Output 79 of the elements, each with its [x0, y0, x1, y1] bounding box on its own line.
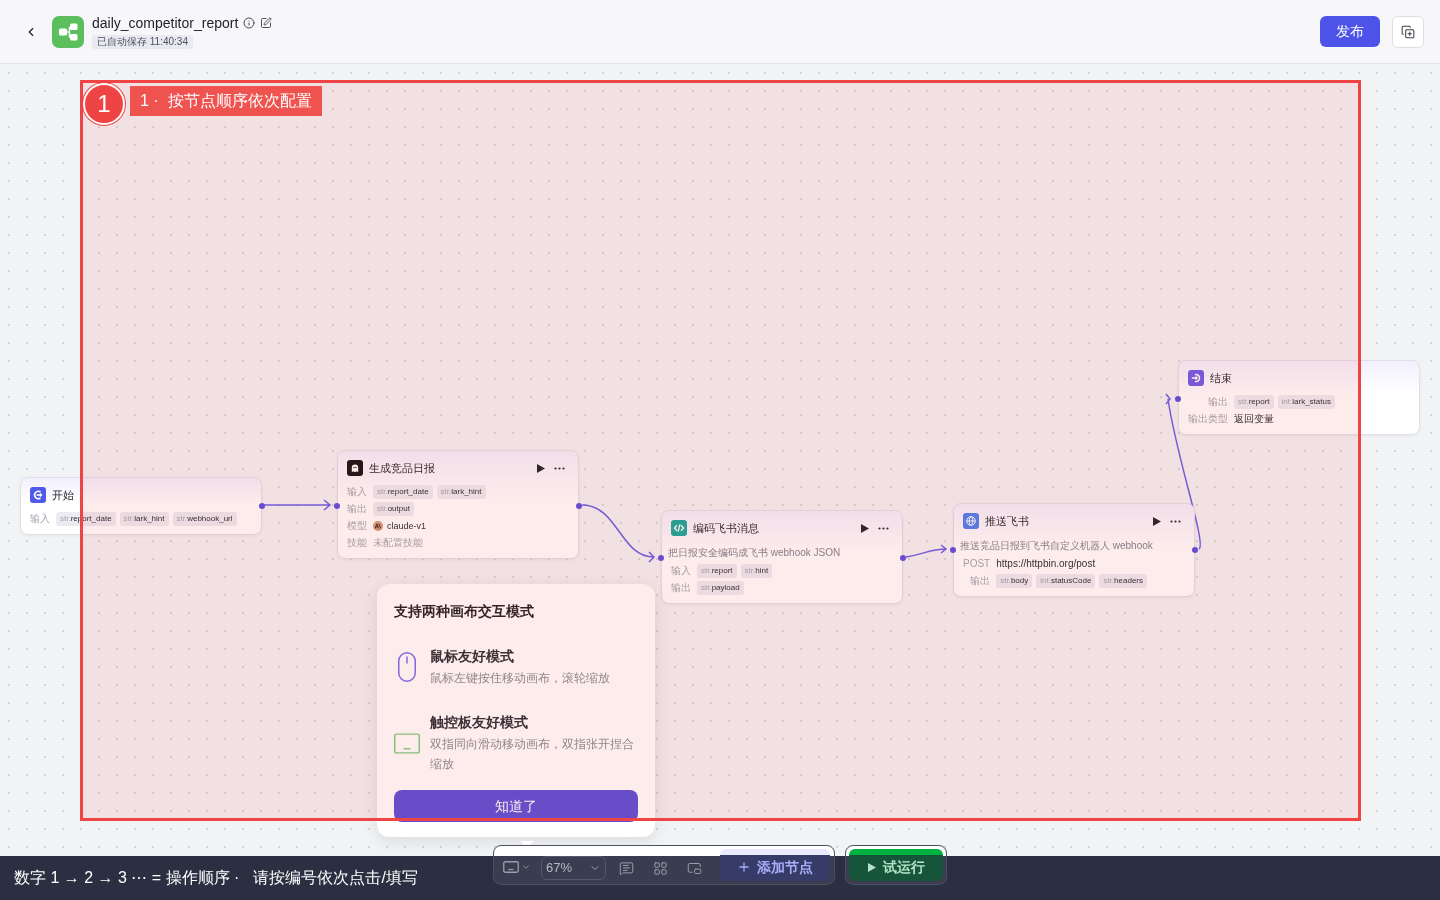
port-handle[interactable] [900, 555, 906, 561]
info-icon[interactable] [243, 17, 256, 29]
duplicate-button[interactable] [1392, 15, 1424, 48]
variable-tag: str.body [996, 574, 1033, 588]
variable-tag: str.webhook_url [172, 512, 237, 526]
field-label: 输出 [347, 502, 367, 516]
ghost-icon [347, 460, 363, 476]
port-handle[interactable] [1175, 396, 1181, 402]
mode-title: 触控板友好模式 [430, 713, 529, 732]
port-handle[interactable] [658, 555, 664, 561]
publish-button[interactable]: 发布 [1320, 16, 1380, 47]
hint-instruction: 请按编号依次点击/填写 [253, 868, 418, 888]
field-label: 输入 [30, 512, 50, 526]
got-it-button[interactable]: 知道了 [394, 790, 638, 822]
field-label: 输出 [969, 574, 991, 588]
variable-tag: str.hint [740, 564, 773, 578]
port-handle[interactable] [1192, 547, 1198, 553]
node-description: 把日报安全编码成飞书 webhook JSON [668, 546, 842, 560]
field-value: https://httpbin.org/post [996, 557, 1097, 571]
node-title: 结束 [1210, 371, 1232, 386]
zoom-select[interactable]: 67% [541, 856, 606, 880]
touchpad-icon [394, 732, 420, 754]
field-label: 输入 [347, 485, 367, 499]
workflow-title: daily_competitor_report [92, 14, 239, 32]
comment-icon[interactable] [619, 860, 634, 876]
variable-tag: str.headers [1099, 574, 1147, 588]
port-handle[interactable] [950, 547, 956, 553]
chevron-down-icon [521, 862, 531, 872]
variable-tag: int.statusCode [1036, 574, 1096, 588]
variable-tag: str.lark_hint [436, 485, 486, 499]
port-handle[interactable] [576, 503, 582, 509]
step-label: 1 · 按节点顺序依次配置 [130, 86, 322, 116]
play-icon[interactable] [861, 523, 869, 533]
mouse-icon [398, 652, 416, 682]
variable-tag: str.lark_hint [119, 512, 169, 526]
test-run-button[interactable]: 试运行 [849, 849, 943, 881]
hint-legend: 数字 1 → 2 → 3 ⋯ = 操作顺序 · [14, 866, 240, 890]
field-label: 输出 [1207, 395, 1228, 409]
connector-arrow [905, 544, 947, 558]
field-value: 返回变量 [1234, 412, 1275, 426]
field-label: 输入 [671, 564, 691, 578]
mode-title: 鼠标友好模式 [430, 647, 515, 666]
connector-arrow [263, 499, 332, 511]
model-avatar-icon [373, 521, 383, 531]
more-icon[interactable] [554, 466, 565, 470]
edit-icon[interactable] [260, 17, 273, 29]
skill-status: 未配置技能 [373, 536, 424, 550]
play-icon[interactable] [537, 463, 545, 473]
field-label: 模型 [347, 519, 367, 533]
play-icon[interactable] [1153, 516, 1161, 526]
plus-icon [737, 860, 751, 874]
play-icon [867, 862, 876, 872]
node-title: 推送飞书 [985, 514, 1029, 529]
code-icon [671, 520, 687, 536]
node-description: 推送竞品日报到飞书自定义机器人 webhook [960, 539, 1154, 553]
more-icon[interactable] [878, 526, 889, 530]
field-label: 技能 [347, 536, 367, 550]
node-title: 开始 [52, 488, 74, 503]
port-handle[interactable] [334, 503, 340, 509]
grid-icon[interactable] [653, 860, 668, 876]
popover-title: 支持两种画布交互模式 [394, 602, 535, 621]
field-label: POST [963, 557, 991, 571]
workflow-icon [52, 15, 84, 48]
mode-description: 双指同向滑动移动画布，双指张开捏合缩放 [430, 736, 635, 773]
node-title: 生成竞品日报 [369, 461, 435, 476]
more-icon[interactable] [1170, 519, 1181, 523]
globe-icon [963, 513, 979, 529]
picture-in-picture-icon[interactable] [687, 860, 702, 876]
field-label: 输出类型 [1188, 412, 1228, 426]
mode-description: 鼠标左键按住移动画布，滚轮缩放 [430, 670, 611, 687]
node-card[interactable]: 推送飞书 推送竞品日报到飞书自定义机器人 webhook POST https://httpbin.org/post 输出 str.body int.statusCode str.headers [953, 503, 1195, 597]
autosave-status: 已自动保存 11:40:34 [92, 35, 193, 49]
copy-icon [1401, 24, 1415, 39]
port-handle[interactable] [259, 503, 265, 509]
field-label: 输出 [671, 581, 691, 595]
node-title: 编码飞书消息 [693, 521, 759, 536]
model-name: claude-v1 [387, 520, 427, 533]
add-node-button[interactable]: 添加节点 [720, 849, 830, 881]
step-number-badge: 1 [83, 83, 125, 125]
